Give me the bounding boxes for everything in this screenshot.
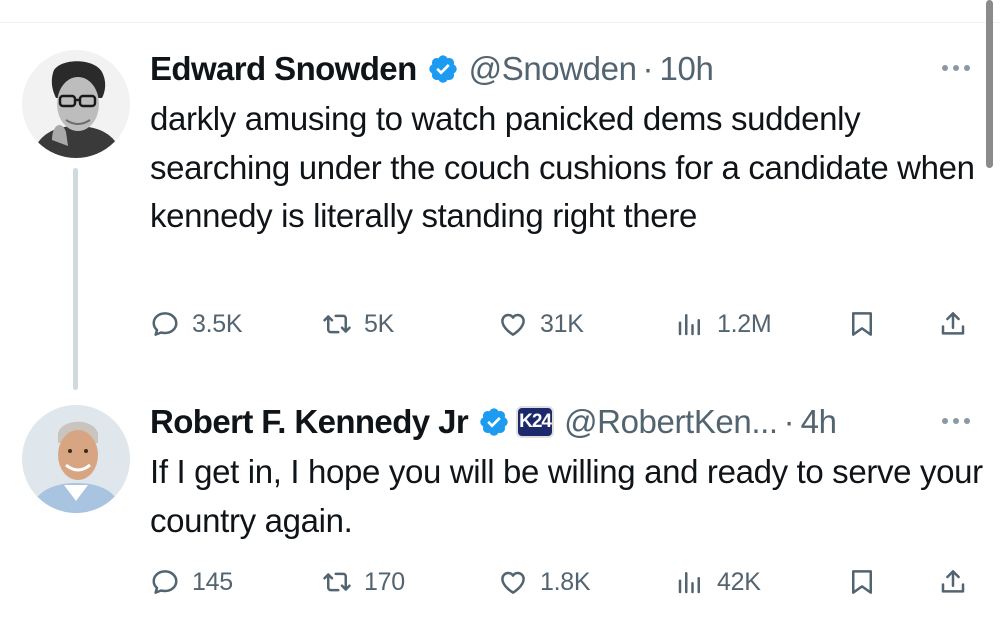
reply-button[interactable]: 3.5K [150, 304, 243, 344]
affiliate-badge[interactable]: K24 [516, 406, 555, 438]
author-handle[interactable]: @Snowden [469, 50, 637, 88]
reply-icon [150, 309, 180, 339]
reply-count: 3.5K [192, 309, 243, 338]
tweet-text: If I get in, I hope you will be willing … [150, 453, 983, 539]
avatar-kennedy[interactable] [22, 405, 130, 513]
author-name[interactable]: Edward Snowden [150, 50, 417, 88]
tweet-text: darkly amusing to watch panicked dems su… [150, 100, 975, 234]
share-icon [938, 567, 968, 597]
like-icon [498, 309, 528, 339]
like-count: 31K [540, 309, 584, 338]
retweet-count: 5K [364, 309, 394, 338]
bookmark-icon [847, 309, 877, 339]
retweet-icon [322, 567, 352, 597]
like-icon [498, 567, 528, 597]
bookmark-icon [847, 567, 877, 597]
bookmark-button[interactable] [847, 562, 877, 602]
views-icon [675, 567, 705, 597]
author-name[interactable]: Robert F. Kennedy Jr [150, 403, 469, 441]
tweet-header: Edward Snowden @Snowden · 10h [150, 47, 714, 91]
reply-icon [150, 567, 180, 597]
like-button[interactable]: 31K [498, 304, 584, 344]
reply-button[interactable]: 145 [150, 562, 233, 602]
action-bar: 145 170 1.8K 42K [150, 562, 980, 602]
share-icon [938, 309, 968, 339]
timestamp[interactable]: 4h [801, 403, 837, 441]
views-count: 42K [717, 567, 761, 596]
retweet-count: 170 [364, 567, 405, 596]
like-count: 1.8K [540, 567, 591, 596]
like-button[interactable]: 1.8K [498, 562, 591, 602]
more-icon[interactable] [940, 63, 972, 73]
action-bar: 3.5K 5K 31K 1.2M [150, 304, 980, 344]
author-handle[interactable]: @RobertKen... [564, 403, 778, 441]
tweet-kennedy[interactable]: Robert F. Kennedy Jr K24 @RobertKen... ·… [0, 390, 1000, 627]
share-button[interactable] [938, 562, 968, 602]
views-button[interactable]: 1.2M [675, 304, 772, 344]
retweet-icon [322, 309, 352, 339]
share-button[interactable] [938, 304, 968, 344]
retweet-button[interactable]: 170 [322, 562, 405, 602]
tweet-header: Robert F. Kennedy Jr K24 @RobertKen... ·… [150, 400, 837, 444]
verified-badge-icon [478, 406, 510, 438]
bookmark-button[interactable] [847, 304, 877, 344]
views-icon [675, 309, 705, 339]
avatar-snowden[interactable] [22, 50, 130, 158]
reply-count: 145 [192, 567, 233, 596]
separator-dot: · [783, 403, 795, 440]
separator-dot: · [642, 50, 654, 87]
thread-line [73, 168, 78, 390]
verified-badge-icon [427, 53, 459, 85]
tweet-snowden[interactable]: Edward Snowden @Snowden · 10h darkly amu… [0, 0, 1000, 390]
retweet-button[interactable]: 5K [322, 304, 394, 344]
avatar-kennedy-image [22, 405, 130, 513]
more-icon[interactable] [940, 416, 972, 426]
views-count: 1.2M [717, 309, 772, 338]
avatar-snowden-image [22, 50, 130, 158]
views-button[interactable]: 42K [675, 562, 761, 602]
timestamp[interactable]: 10h [660, 50, 714, 88]
